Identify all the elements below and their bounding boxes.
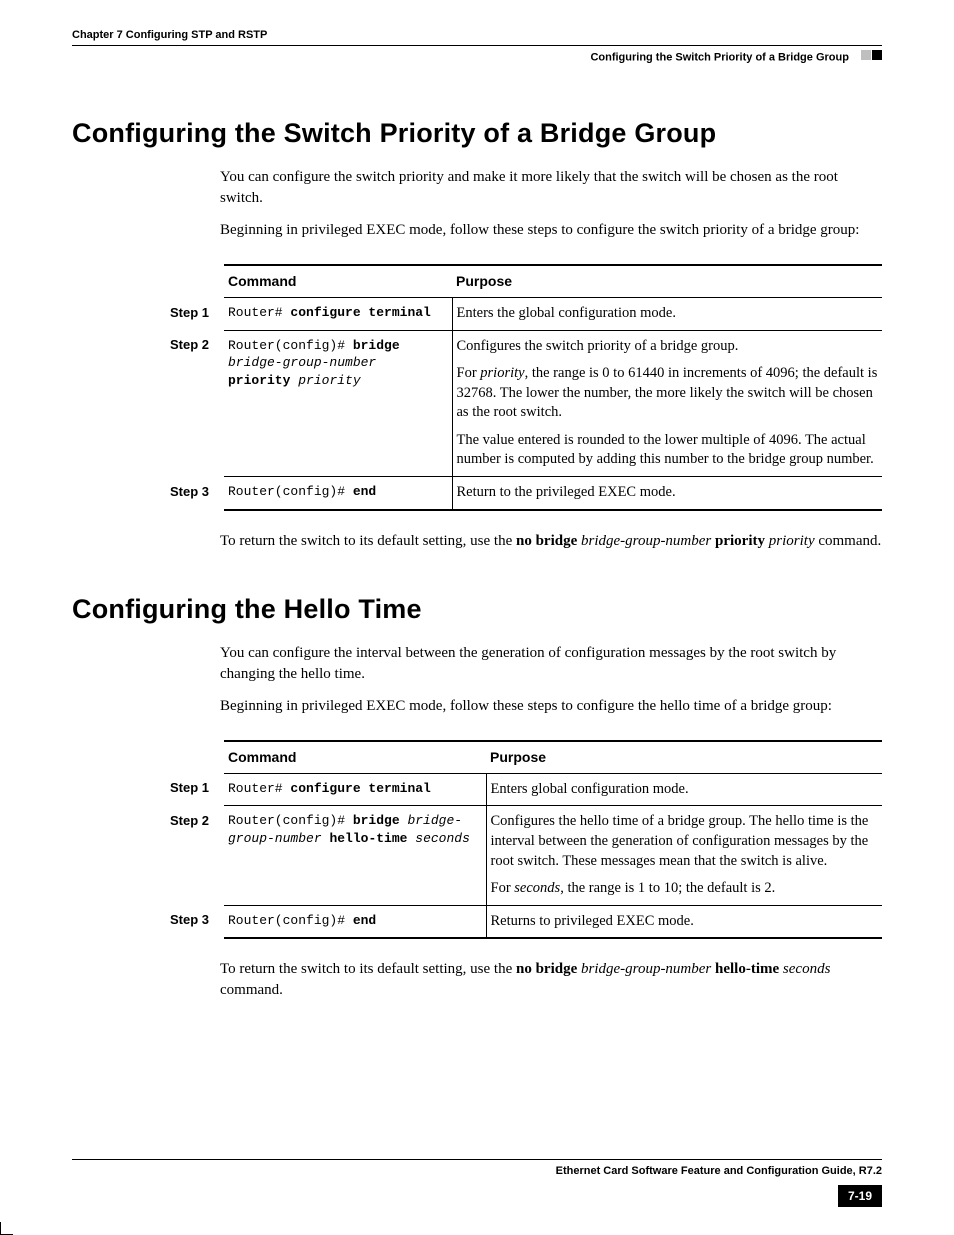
running-header: Chapter 7 Configuring STP and RSTP Confi… <box>72 28 882 65</box>
command-cell: Router(config)# end <box>224 477 452 510</box>
section-heading-priority: Configuring the Switch Priority of a Bri… <box>72 115 882 151</box>
section2-body: You can configure the interval between t… <box>220 643 882 716</box>
purpose-cell: Configures the hello time of a bridge gr… <box>486 806 882 905</box>
section-label: Configuring the Switch Priority of a Bri… <box>72 50 882 65</box>
purpose-cell: Configures the switch priority of a brid… <box>452 330 882 476</box>
command-cell: Router# configure terminal <box>224 773 486 806</box>
section-label-text: Configuring the Switch Priority of a Bri… <box>590 51 849 63</box>
step-label: Step 1 <box>166 773 224 806</box>
command-cell: Router(config)# bridge bridge-group-numb… <box>224 806 486 905</box>
header-marker-icon <box>860 50 882 65</box>
table-row: Step 2 Router(config)# bridge bridge-gro… <box>166 806 882 905</box>
section1-tail: To return the switch to its default sett… <box>220 531 882 551</box>
table-row: Step 1 Router# configure terminal Enters… <box>166 298 882 331</box>
chapter-label: Chapter 7 Configuring STP and RSTP <box>72 28 882 46</box>
purpose-cell: Returns to privileged EXEC mode. <box>486 905 882 938</box>
table-row: Step 1 Router# configure terminal Enters… <box>166 773 882 806</box>
command-cell: Router(config)# end <box>224 905 486 938</box>
purpose-cell: Enters the global configuration mode. <box>452 298 882 331</box>
section2-p1: You can configure the interval between t… <box>220 643 882 684</box>
command-cell: Router(config)# bridge bridge-group-numb… <box>224 330 452 476</box>
purpose-cell: Return to the privileged EXEC mode. <box>452 477 882 510</box>
purpose-cell: Enters global configuration mode. <box>486 773 882 806</box>
step-label: Step 1 <box>166 298 224 331</box>
step-label: Step 3 <box>166 477 224 510</box>
table-header-row: Command Purpose <box>166 741 882 773</box>
section1-p2: Beginning in privileged EXEC mode, follo… <box>220 220 882 240</box>
page: Chapter 7 Configuring STP and RSTP Confi… <box>0 0 954 1235</box>
step-label: Step 2 <box>166 330 224 476</box>
table-hello: Command Purpose Step 1 Router# configure… <box>166 740 882 939</box>
col-command: Command <box>224 265 452 297</box>
table-priority: Command Purpose Step 1 Router# configure… <box>166 264 882 510</box>
page-footer: Ethernet Card Software Feature and Confi… <box>72 1159 882 1207</box>
footer-doc-title: Ethernet Card Software Feature and Confi… <box>72 1164 882 1179</box>
table-row: Step 3 Router(config)# end Returns to pr… <box>166 905 882 938</box>
crop-mark-icon <box>0 1222 13 1235</box>
command-cell: Router# configure terminal <box>224 298 452 331</box>
step-label: Step 2 <box>166 806 224 905</box>
table-row: Step 3 Router(config)# end Return to the… <box>166 477 882 510</box>
section1-body: You can configure the switch priority an… <box>220 167 882 240</box>
section2-p2: Beginning in privileged EXEC mode, follo… <box>220 696 882 716</box>
table-header-row: Command Purpose <box>166 265 882 297</box>
page-number: 7-19 <box>72 1185 882 1207</box>
table-row: Step 2 Router(config)# bridge bridge-gro… <box>166 330 882 476</box>
col-command: Command <box>224 741 486 773</box>
section1-p1: You can configure the switch priority an… <box>220 167 882 208</box>
col-purpose: Purpose <box>452 265 882 297</box>
step-label: Step 3 <box>166 905 224 938</box>
section2-tail: To return the switch to its default sett… <box>220 959 882 1000</box>
section-heading-hello: Configuring the Hello Time <box>72 591 882 627</box>
col-purpose: Purpose <box>486 741 882 773</box>
